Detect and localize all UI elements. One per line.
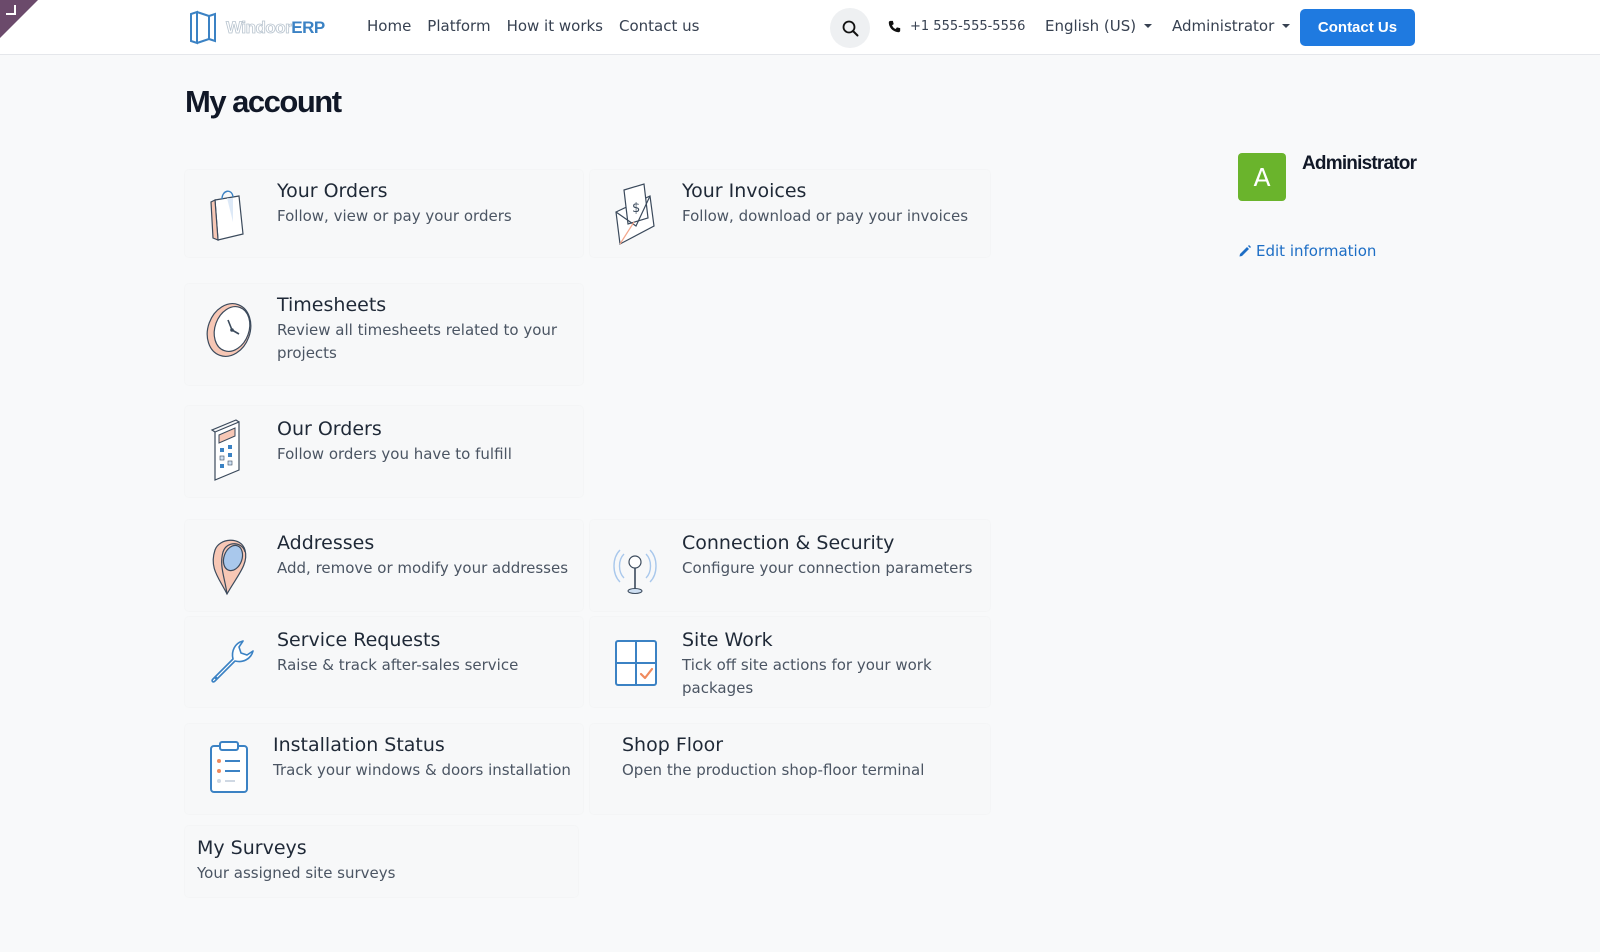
card-installation-status[interactable]: Installation Status Track your windows &… [185,724,583,814]
logo-text-part1: Windoor [226,17,293,37]
top-navbar: WindoorERP Home Platform How it works Co… [0,0,1600,55]
card-desc: Add, remove or modify your addresses [277,559,569,577]
svg-text:$: $ [632,201,640,216]
card-desc: Follow orders you have to fulfill [277,445,512,463]
windoor-logo-icon [190,10,216,45]
card-site-work[interactable]: Site Work Tick off site actions for your… [590,617,990,707]
chevron-down-icon [1144,24,1153,28]
card-timesheets[interactable]: Timesheets Review all timesheets related… [185,284,583,385]
card-title: Installation Status [273,734,445,756]
contact-us-button[interactable]: Contact Us [1300,9,1415,46]
corner-ribbon-mark [6,5,16,15]
card-title: Shop Floor [622,734,724,756]
nav-home[interactable]: Home [367,17,411,35]
logo[interactable]: WindoorERP [188,10,325,45]
card-desc: Review all timesheets related to your pr… [277,321,558,362]
wrench-icon [211,640,254,683]
shopping-bag-icon [210,190,244,241]
window-check-icon [615,640,657,686]
clock-icon [206,303,252,357]
nav-platform[interactable]: Platform [427,17,490,35]
card-title: Service Requests [277,629,441,651]
page-title: My account [185,84,342,119]
card-desc: Raise & track after-sales service [277,656,519,674]
nav-how-it-works[interactable]: How it works [507,17,603,35]
pencil-icon [1239,245,1251,257]
card-desc: Follow, download or pay your invoices [682,207,969,225]
logo-text: WindoorERP [226,17,326,38]
card-desc: Your assigned site surveys [197,864,396,882]
logo-text-part2: ERP [291,17,325,37]
card-desc: Configure your connection parameters [682,559,973,577]
nav-contact-us[interactable]: Contact us [619,17,699,35]
calculator-icon [210,419,240,481]
card-title: Our Orders [277,418,382,440]
card-your-invoices[interactable]: $ Your Invoices Follow, download or pay … [590,170,990,257]
main-nav: Home Platform How it works Contact us [367,17,699,35]
card-desc: Track your windows & doors installation [273,761,571,779]
card-your-orders[interactable]: Your Orders Follow, view or pay your ord… [185,170,583,257]
phone-icon [888,20,901,33]
card-desc: Open the production shop-floor terminal [622,761,925,779]
card-our-orders[interactable]: Our Orders Follow orders you have to ful… [185,406,583,497]
card-title: Addresses [277,532,375,554]
card-title: Site Work [682,629,773,651]
card-title: Your Invoices [682,180,807,202]
user-menu-label: Administrator [1172,17,1275,35]
edit-information-link[interactable]: Edit information [1238,242,1376,260]
map-pin-icon [212,539,247,596]
antenna-icon [613,549,657,594]
card-service-requests[interactable]: Service Requests Raise & track after-sal… [185,617,583,707]
search-button[interactable] [830,8,870,48]
user-menu[interactable]: Administrator [1172,17,1291,35]
card-addresses[interactable]: Addresses Add, remove or modify your add… [185,520,583,611]
account-name: Administrator [1302,153,1417,174]
phone-number: +1 555-555-5556 [910,19,1026,34]
language-label: English (US) [1045,17,1137,35]
card-my-surveys[interactable]: My Surveys Your assigned site surveys [185,826,578,897]
search-icon [842,20,858,36]
phone-link[interactable]: +1 555-555-5556 [888,19,1025,34]
card-connection-security[interactable]: Connection & Security Configure your con… [590,520,990,611]
card-desc: Tick off site actions for your work pack… [682,656,932,697]
card-title: Your Orders [277,180,388,202]
clipboard-list-icon [210,741,248,793]
chevron-down-icon [1282,24,1291,28]
card-title: Connection & Security [682,532,895,554]
card-shop-floor[interactable]: Shop Floor Open the production shop-floo… [590,724,990,814]
invoice-envelope-icon: $ [615,183,655,245]
language-selector[interactable]: English (US) [1045,17,1153,35]
avatar: A [1238,153,1286,201]
edit-information-label: Edit information [1256,242,1377,260]
card-title: Timesheets [277,294,387,316]
card-title: My Surveys [197,837,307,859]
card-desc: Follow, view or pay your orders [277,207,512,225]
